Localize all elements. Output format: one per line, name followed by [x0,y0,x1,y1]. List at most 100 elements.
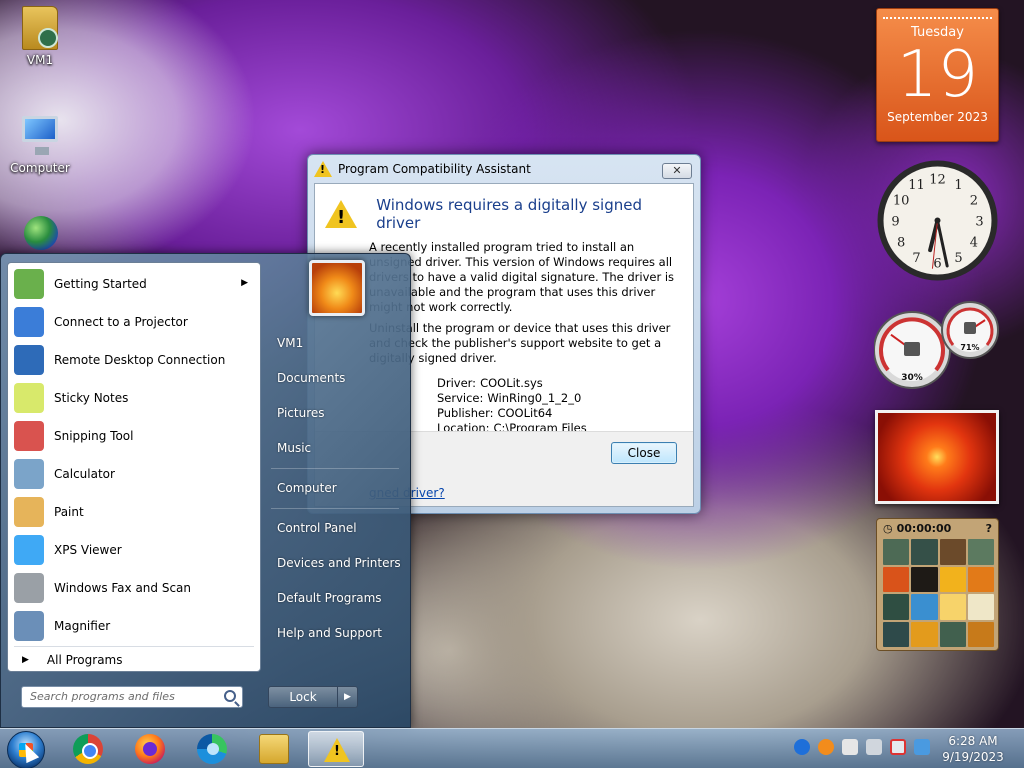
puzzle-tile[interactable] [939,594,966,620]
program-item-snipping-tool[interactable]: Snipping Tool [8,417,260,455]
puzzle-tile[interactable] [939,566,966,592]
program-item-paint[interactable]: Paint [8,493,260,531]
program-label: Getting Started [54,277,147,291]
puzzle-tile[interactable] [911,566,938,592]
desktop-icon-network[interactable] [0,212,80,259]
all-programs-button[interactable]: ▶ All Programs [14,646,254,672]
dialog-heading: Windows requires a digitally signed driv… [376,196,642,232]
submenu-arrow-icon: ▶ [241,278,248,288]
puzzle-tile[interactable] [883,539,910,565]
puzzle-header: ◷ 00:00:00 ? [877,519,998,537]
action-center-flag-icon[interactable] [890,739,906,755]
calendar-gadget[interactable]: Tuesday 19 September 2023 [876,8,999,142]
place-item-music[interactable]: Music [265,431,405,466]
program-item-projector[interactable]: Connect to a Projector [8,303,260,341]
puzzle-tile[interactable] [883,621,910,647]
place-item-documents[interactable]: Documents [265,361,405,396]
place-item-pictures[interactable]: Pictures [265,396,405,431]
desktop-icon-label: VM1 [26,53,54,67]
taskbar-compatibility-assistant[interactable]: ! [308,731,364,767]
start-menu-programs-pane: Getting Started ▶ Connect to a Projector… [7,262,261,672]
chrome-icon [73,734,103,764]
search-tray-icon[interactable] [818,739,834,755]
clock-numeral: 8 [897,236,905,251]
program-item-magnifier[interactable]: Magnifier [8,607,260,645]
program-item-remote-desktop[interactable]: Remote Desktop Connection [8,341,260,379]
warning-icon [314,161,332,177]
shutdown-options-arrow-icon[interactable]: ▶ [337,687,357,707]
program-item-sticky-notes[interactable]: Sticky Notes [8,379,260,417]
detail-value: COOLit.sys [480,376,543,390]
help-icon[interactable]: ? [986,522,992,535]
puzzle-tile[interactable] [939,539,966,565]
dialog-titlebar[interactable]: Program Compatibility Assistant [308,155,700,183]
calendar-rings [883,9,992,19]
clock-numeral: 2 [970,194,978,209]
detail-value: COOLit64 [497,406,553,420]
place-item-help-support[interactable]: Help and Support [265,616,405,651]
puzzle-tile[interactable] [883,594,910,620]
detail-key: Service: [437,391,484,405]
program-item-fax-and-scan[interactable]: Windows Fax and Scan [8,569,260,607]
program-item-xps-viewer[interactable]: XPS Viewer [8,531,260,569]
start-search-input[interactable]: Search programs and files [21,686,243,708]
desktop-icon-computer[interactable]: Computer [0,114,80,175]
calendar-date: 19 [896,38,979,112]
clock-numeral: 7 [912,251,920,266]
sticky-notes-icon [14,383,44,413]
close-button[interactable]: Close [611,442,677,464]
program-item-calculator[interactable]: Calculator [8,455,260,493]
place-item-devices-printers[interactable]: Devices and Printers [265,546,405,581]
program-label: Sticky Notes [54,391,129,405]
taskbar-firefox[interactable] [122,731,178,767]
network-icon[interactable] [866,739,882,755]
place-item-default-programs[interactable]: Default Programs [265,581,405,616]
taskbar-chrome[interactable] [60,731,116,767]
puzzle-tile[interactable] [911,594,938,620]
cpu-chip-icon [904,342,920,356]
puzzle-tile[interactable] [967,621,994,647]
detail-key: Publisher: [437,406,494,420]
update-icon[interactable] [914,739,930,755]
puzzle-tile[interactable] [967,566,994,592]
language-icon[interactable] [794,739,810,755]
dialog-close-button[interactable]: ✕ [662,163,692,179]
place-item-user[interactable]: VM1 [265,326,405,361]
taskbar-explorer[interactable] [246,731,302,767]
detail-value: WinRing0_1_2_0 [487,391,582,405]
puzzle-tile[interactable] [939,621,966,647]
puzzle-tile[interactable] [967,594,994,620]
puzzle-tile[interactable] [883,566,910,592]
start-menu-places: VM1 Documents Pictures Music Computer Co… [265,326,405,651]
cpu-meter-gadget[interactable]: 30% 71% [874,300,1000,392]
desktop-icon-label: Computer [10,161,70,175]
taskbar-edge[interactable] [184,731,240,767]
slideshow-gadget[interactable] [875,410,999,504]
detail-key: Driver: [437,376,477,390]
projector-icon [14,307,44,337]
edge-icon [197,734,227,764]
calculator-icon [14,459,44,489]
xps-viewer-icon [14,535,44,565]
place-item-control-panel[interactable]: Control Panel [265,511,405,546]
clock-numeral: 12 [929,173,946,188]
program-item-getting-started[interactable]: Getting Started ▶ [8,265,260,303]
puzzle-tile[interactable] [911,539,938,565]
picture-puzzle-gadget[interactable]: ◷ 00:00:00 ? [876,518,999,651]
lock-button[interactable]: Lock ▶ [268,686,358,708]
program-label: Magnifier [54,619,111,633]
clock-numeral: 1 [954,178,962,193]
taskbar-clock[interactable]: 6:28 AM 9/19/2023 [934,733,1012,765]
place-item-computer[interactable]: Computer [265,471,405,506]
puzzle-tile[interactable] [967,539,994,565]
fax-icon [14,573,44,603]
clock-numeral: 9 [891,215,899,230]
desktop-icon-vm1[interactable]: VM1 [0,6,80,67]
volume-muted-icon[interactable] [842,739,858,755]
clock-gadget[interactable]: 1234567891011 12 [875,158,1000,283]
scissors-icon [14,421,44,451]
user-avatar[interactable] [309,260,365,316]
computer-icon [18,114,62,158]
program-label: Paint [54,505,84,519]
puzzle-tile[interactable] [911,621,938,647]
